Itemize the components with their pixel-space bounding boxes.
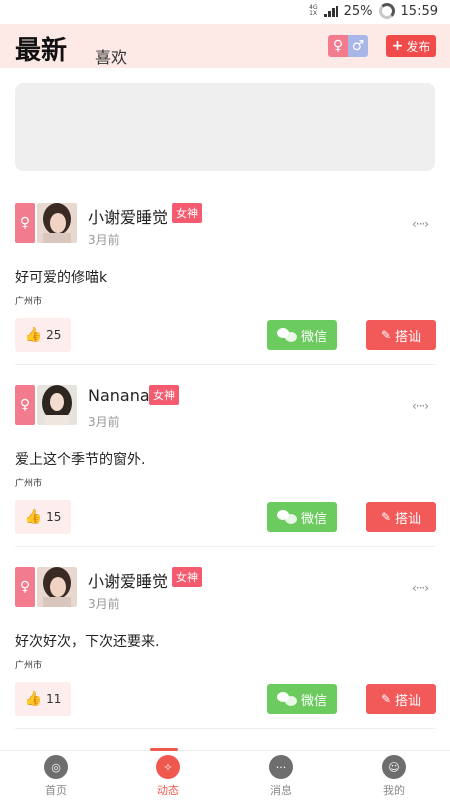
female-filter-icon[interactable]: ♀ — [328, 35, 348, 57]
like-count: 25 — [46, 328, 62, 342]
post-card: ♀ Nanana 女神 3月前 ‹···› 爱上这个季节的窗外. 广州市 👍 1… — [15, 365, 436, 547]
thumbs-up-icon: 👍 — [24, 509, 43, 525]
wechat-icon — [276, 328, 297, 342]
thumbs-up-icon: 👍 — [24, 327, 43, 343]
avatar[interactable] — [37, 385, 77, 425]
clock: 15:59 — [400, 3, 438, 19]
wechat-label: 微信 — [300, 329, 327, 345]
tab-latest-label: 最新 — [15, 36, 68, 66]
username[interactable]: Nanana — [88, 386, 150, 405]
like-count: 11 — [46, 692, 62, 706]
battery-percent: 25% — [343, 3, 373, 19]
avatar[interactable] — [37, 567, 77, 607]
gender-filter[interactable]: ♀ ♂ — [328, 35, 368, 57]
male-filter-icon[interactable]: ♂ — [348, 35, 368, 57]
chat-up-label: 搭讪 — [395, 329, 422, 345]
profile-icon: ☺ — [382, 755, 406, 779]
post-card: ♀ 小谢爱睡觉 女神 3月前 ‹···› 好可爱的修喵k 广州市 👍 25 微信… — [15, 183, 436, 365]
signal-icon — [323, 5, 338, 17]
chat-up-button[interactable]: ✎ 搭讪 — [366, 684, 436, 714]
tab-messages-label: 消息 — [270, 784, 292, 797]
post-time: 3月前 — [88, 597, 120, 611]
publish-label: 发布 — [406, 39, 431, 54]
female-gender-icon: ♀ — [15, 567, 35, 607]
tab-moments-label: 动态 — [157, 784, 179, 797]
home-icon: ◎ — [44, 755, 68, 779]
divider — [15, 728, 435, 729]
bottom-tab-bar: ◎ 首页 ✧ 动态 ··· 消息 ☺ 我的 — [0, 748, 450, 800]
female-gender-icon: ♀ — [15, 203, 35, 243]
post-time: 3月前 — [88, 415, 120, 429]
like-count: 15 — [46, 510, 62, 524]
like-button[interactable]: 👍 15 — [15, 500, 71, 534]
goddess-tag: 女神 — [172, 567, 202, 587]
chat-up-label: 搭讪 — [395, 511, 422, 527]
more-options-icon[interactable]: ‹···› — [412, 581, 429, 595]
tab-messages[interactable]: ··· 消息 — [241, 755, 321, 798]
tab-home[interactable]: ◎ 首页 — [16, 755, 96, 798]
tab-profile-label: 我的 — [383, 784, 405, 797]
plus-icon: + — [391, 38, 404, 54]
wechat-icon — [276, 692, 297, 706]
post-content: 爱上这个季节的窗外. — [15, 452, 146, 468]
tab-active-indicator — [150, 748, 178, 751]
moments-icon: ✧ — [156, 755, 180, 779]
post-location: 广州市 — [15, 479, 43, 489]
tab-home-label: 首页 — [45, 784, 67, 797]
tab-latest[interactable]: 最新 — [15, 30, 73, 67]
publish-button[interactable]: + 发布 — [386, 35, 436, 57]
tab-moments[interactable]: ✧ 动态 — [128, 755, 208, 798]
chat-up-label: 搭讪 — [395, 693, 422, 709]
wechat-button[interactable]: 微信 — [267, 684, 337, 714]
username[interactable]: 小谢爱睡觉 — [88, 204, 168, 228]
tab-profile[interactable]: ☺ 我的 — [354, 755, 434, 798]
edit-icon: ✎ — [380, 328, 392, 342]
post-content: 好次好次，下次还要来. — [15, 634, 160, 650]
post-card: ♀ 小谢爱睡觉 女神 3月前 ‹···› 好次好次，下次还要来. 广州市 👍 1… — [15, 547, 436, 729]
wechat-label: 微信 — [300, 693, 327, 709]
more-options-icon[interactable]: ‹···› — [412, 217, 429, 231]
chat-up-button[interactable]: ✎ 搭讪 — [366, 502, 436, 532]
username[interactable]: 小谢爱睡觉 — [88, 568, 168, 592]
thumbs-up-icon: 👍 — [24, 691, 43, 707]
like-button[interactable]: 👍 11 — [15, 682, 71, 716]
wechat-label: 微信 — [300, 511, 327, 527]
tab-like[interactable]: 喜欢 — [95, 44, 127, 68]
wechat-icon — [276, 510, 297, 524]
chat-up-button[interactable]: ✎ 搭讪 — [366, 320, 436, 350]
network-type-secondary: 1X — [309, 10, 318, 17]
post-location: 广州市 — [15, 661, 43, 671]
more-options-icon[interactable]: ‹···› — [412, 399, 429, 413]
wechat-button[interactable]: 微信 — [267, 502, 337, 532]
post-time: 3月前 — [88, 233, 120, 247]
post-content: 好可爱的修喵k — [15, 270, 108, 286]
banner-placeholder[interactable] — [15, 83, 435, 171]
message-icon: ··· — [269, 755, 293, 779]
goddess-tag: 女神 — [149, 385, 179, 405]
post-location: 广州市 — [15, 297, 43, 307]
avatar[interactable] — [37, 203, 77, 243]
status-bar: 4G 1X 25% 15:59 — [0, 0, 450, 24]
edit-icon: ✎ — [380, 692, 392, 706]
like-button[interactable]: 👍 25 — [15, 318, 71, 352]
network-indicator: 4G 1X — [309, 5, 317, 17]
goddess-tag: 女神 — [172, 203, 202, 223]
battery-icon — [378, 3, 395, 19]
wechat-button[interactable]: 微信 — [267, 320, 337, 350]
female-gender-icon: ♀ — [15, 385, 35, 425]
top-bar: 最新 喜欢 ♀ ♂ + 发布 — [0, 24, 450, 68]
edit-icon: ✎ — [380, 510, 392, 524]
